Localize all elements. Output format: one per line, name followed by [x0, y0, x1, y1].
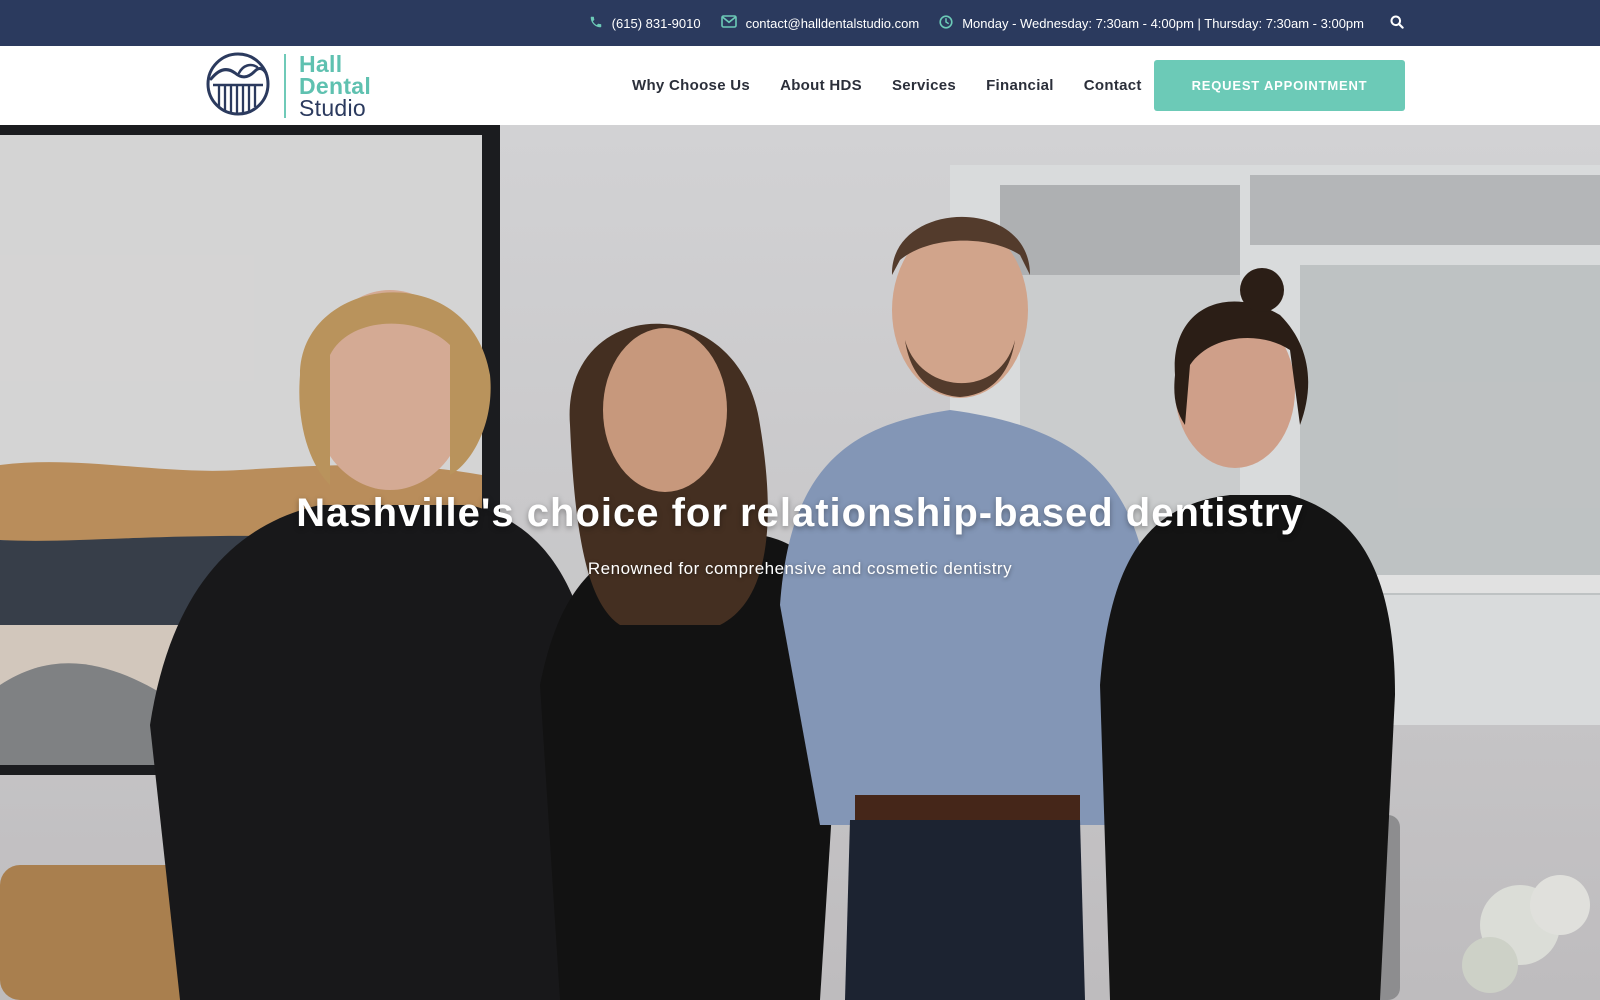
nav-item-about-hds[interactable]: About HDS [780, 77, 862, 94]
envelope-icon [720, 15, 746, 31]
topbar-phone[interactable]: (615) 831-9010 [589, 15, 701, 32]
topbar-contact-info: (615) 831-9010 contact@halldentalstudio.… [589, 0, 1404, 46]
search-icon [1390, 15, 1404, 32]
phone-icon [589, 15, 612, 32]
topbar-hours: Monday - Wednesday: 7:30am - 4:00pm | Th… [939, 14, 1364, 32]
tooth-logo-icon [205, 51, 271, 122]
logo-line-3: Studio [299, 95, 367, 121]
clock-icon [939, 14, 962, 32]
hero-subtitle: Renowned for comprehensive and cosmetic … [587, 559, 1013, 578]
main-nav: Why Choose Us About HDS Services Financi… [632, 46, 1172, 125]
nav-item-financial[interactable]: Financial [986, 77, 1054, 94]
request-appointment-button[interactable]: REQUEST APPOINTMENT [1154, 60, 1405, 111]
site-logo[interactable]: Hall Dental Studio [205, 52, 385, 120]
email-address: contact@halldentalstudio.com [745, 15, 920, 31]
logo-divider [284, 54, 286, 118]
nav-item-why-choose-us[interactable]: Why Choose Us [632, 77, 750, 94]
logo-wordmark: Hall Dental Studio [299, 51, 372, 121]
nav-item-contact[interactable]: Contact [1084, 77, 1142, 94]
hero-title: Nashville's choice for relationship-base… [296, 491, 1304, 535]
office-hours: Monday - Wednesday: 7:30am - 4:00pm | Th… [962, 15, 1364, 31]
search-button[interactable] [1390, 15, 1404, 32]
hero-section: Nashville's choice for relationship-base… [0, 125, 1600, 1000]
logo-line-2: Dental [299, 73, 372, 99]
nav-item-services[interactable]: Services [892, 77, 956, 94]
topbar-email[interactable]: contact@halldentalstudio.com [720, 15, 920, 31]
top-utility-bar: (615) 831-9010 contact@halldentalstudio.… [0, 0, 1600, 46]
logo-line-1: Hall [299, 51, 343, 77]
phone-number: (615) 831-9010 [611, 15, 701, 31]
site-header: Hall Dental Studio Why Choose Us About H… [0, 46, 1600, 125]
